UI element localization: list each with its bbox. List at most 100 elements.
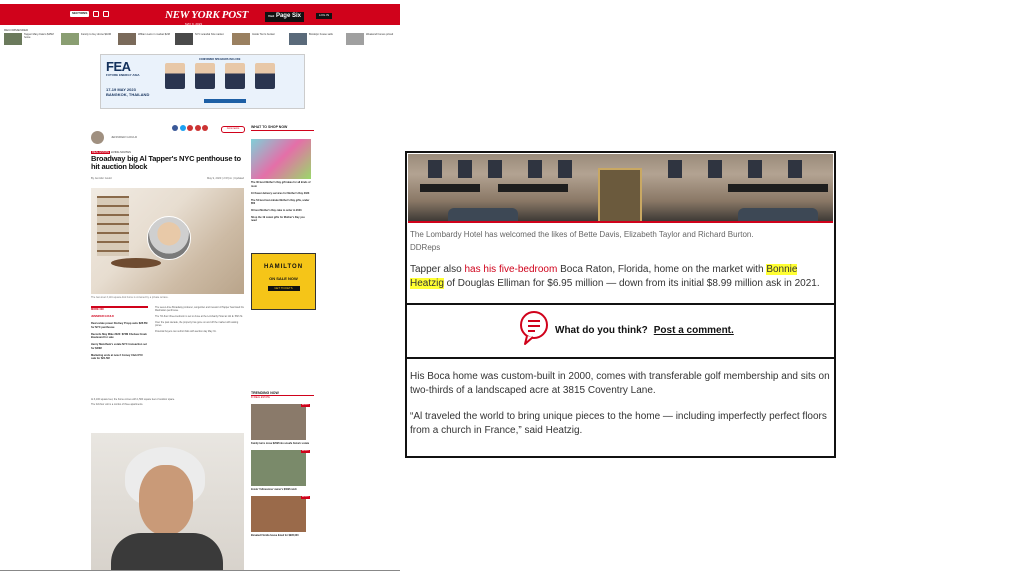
- para1-end: of Douglas Elliman for $6.95 million — d…: [443, 278, 820, 289]
- strip-item-title: Family to buy drone $10M: [81, 33, 111, 36]
- parked-car: [738, 208, 818, 221]
- speaker-photo: [195, 63, 215, 89]
- comment-bubble-icon[interactable]: [519, 310, 549, 351]
- parked-car: [448, 208, 518, 221]
- strip-thumbnail: [232, 33, 250, 45]
- shop-title: WHAT TO SHOP NOW: [251, 125, 314, 132]
- portrait-photo[interactable]: [91, 433, 244, 570]
- sections-button[interactable]: SECTIONS: [70, 11, 90, 17]
- trending-link[interactable]: Inside 'Yellowstone' owner's $30M ranch: [251, 488, 311, 491]
- body-paragraph: Potential buyers can submit bids with au…: [155, 330, 217, 333]
- window: [788, 160, 802, 178]
- share-icons: [172, 125, 208, 131]
- pinterest-icon[interactable]: [187, 125, 193, 131]
- strip-item[interactable]: Family to buy drone $10M: [61, 33, 115, 47]
- speaker-photo: [255, 63, 275, 89]
- author-name[interactable]: JENNIFER GOULD: [111, 135, 137, 140]
- strip-item-title: Tapper Mary-Kate's $25M home: [24, 33, 54, 40]
- divider-top: [407, 303, 834, 305]
- speaker-photo: [165, 63, 185, 89]
- more-on-title[interactable]: JENNIFER GOULD: [91, 315, 148, 318]
- get-tickets-button[interactable]: GET TICKETS: [267, 285, 300, 291]
- shop-link[interactable]: Shop the 19 cutest gifts for Mother's Da…: [251, 216, 311, 222]
- twitter-icon[interactable]: [179, 125, 186, 131]
- five-bedroom-link[interactable]: has his five-bedroom: [464, 264, 557, 275]
- strip-item[interactable]: Inside Tom's bunker: [232, 33, 286, 47]
- para1-start: Tapper also: [410, 264, 465, 275]
- trending-badge: ALERT: [300, 496, 310, 500]
- trending-thumbnail[interactable]: ALERT: [251, 450, 310, 487]
- comment-cta: What do you think? Post a comment.: [519, 310, 734, 351]
- more-on-link[interactable]: Real estate power Rodney Propp asks $28.…: [91, 322, 148, 328]
- photo-rule: [408, 221, 833, 223]
- strip-item[interactable]: NYC scandal hits market: [175, 33, 229, 47]
- mail-icon[interactable]: [103, 11, 110, 17]
- more-on-link[interactable]: Marketing ends at new 2 Comey Club NYC s…: [91, 354, 148, 360]
- window: [748, 160, 762, 178]
- strip-item[interactable]: Tapper Mary-Kate's $25M home: [4, 33, 58, 47]
- page-six-link[interactable]: Visit Page Six: [265, 12, 304, 22]
- photo-credit: DDReps: [410, 243, 441, 252]
- strip-thumbnail: [118, 33, 136, 45]
- article-byline: By Jennifer Gould May 9, 2023 | 2:07pm |…: [91, 177, 244, 180]
- ad-register-button[interactable]: [204, 99, 246, 103]
- strip-item[interactable]: Weekend homes priced: [346, 33, 400, 47]
- strip-item-title: William Lazo in market $2M: [138, 33, 170, 36]
- portrait-shirt: [111, 533, 223, 570]
- shop-image[interactable]: [251, 139, 311, 180]
- article-body: The seven-time Broadway producer, songwr…: [155, 306, 244, 336]
- bookshelf-graphic: [97, 196, 129, 256]
- trending-thumbnail[interactable]: ALERT: [251, 496, 310, 533]
- shop-link[interactable]: 30 best Mother's Day cake to order in 20…: [251, 209, 311, 212]
- trending-sub: IN REAL ESTATE: [251, 396, 270, 400]
- lombardy-hotel-photo[interactable]: [408, 154, 833, 221]
- window: [558, 160, 572, 178]
- window: [488, 160, 502, 178]
- more-on-label: MORE ON:: [91, 308, 105, 311]
- search-icon[interactable]: [93, 11, 100, 17]
- ad-brand-sub: FUTURE ENERGY ASIA: [106, 73, 140, 77]
- comment-prompt: What do you think?: [555, 324, 648, 336]
- site-logo[interactable]: NEW YORK POST: [165, 9, 248, 23]
- share-icon[interactable]: [202, 125, 208, 131]
- more-on-link[interactable]: Henry Mendham's estate NYC transaction s…: [91, 343, 148, 349]
- more-on-link[interactable]: Records May Mike 2023: $72M Chelsea Cree…: [91, 333, 148, 339]
- byline-author[interactable]: By Jennifer Gould: [91, 177, 112, 180]
- author-avatar[interactable]: [91, 131, 104, 144]
- banner-ad[interactable]: FEA FUTURE ENERGY ASIA 17-19 MAY 2023 BA…: [100, 54, 305, 109]
- trending-link[interactable]: Elevated Florida house listed for $995,0…: [251, 534, 311, 537]
- more-on-box: MORE ON: JENNIFER GOULD Real estate powe…: [91, 306, 148, 398]
- ad-speaker-photos: [165, 63, 275, 89]
- strip-item-title: Weekend homes priced: [366, 33, 394, 36]
- comments-button[interactable]: Comments: [221, 126, 245, 133]
- trending-thumbnail[interactable]: ALERT: [251, 404, 310, 441]
- article-body-continued: At 3,100 square feet, the home comes wit…: [91, 398, 244, 408]
- article-hero-photo[interactable]: [91, 188, 244, 294]
- para1-mid: Boca Raton, Florida, home on the market …: [557, 264, 767, 275]
- divider-bottom: [407, 357, 834, 359]
- trending-badge: ALERT: [300, 450, 310, 454]
- shop-link[interactable]: The 30 best Mother's Day gift ideas for …: [251, 181, 311, 187]
- facebook-icon[interactable]: [172, 125, 178, 131]
- shop-link[interactable]: The 54 best last-minute Mother's Day gif…: [251, 199, 311, 205]
- page-six-prefix: Visit: [268, 14, 275, 18]
- strip-item[interactable]: William Lazo in market $2M: [118, 33, 172, 47]
- ad-speakers-title: CONFIRMED SPEAKERS INCLUDE: [199, 58, 241, 61]
- window: [528, 160, 542, 178]
- strip-thumbnail: [289, 33, 307, 45]
- post-comment-link[interactable]: Post a comment.: [654, 325, 734, 336]
- strip-thumbnail: [4, 33, 22, 45]
- portrait-face: [139, 465, 193, 535]
- portrait-inset: [147, 216, 191, 260]
- hamilton-ad[interactable]: HAMILTON ON SALE NOW GET TICKETS: [251, 253, 316, 310]
- strip-item[interactable]: Brooklyn house sells: [289, 33, 343, 47]
- login-button[interactable]: LOG IN: [316, 13, 333, 19]
- trending-link[interactable]: Family turns move $20M into unsafe histo…: [251, 442, 311, 445]
- paragraph-boca-listing: Tapper also has his five-bedroom Boca Ra…: [410, 263, 830, 291]
- body-paragraph: The seven-time Broadway producer, songwr…: [155, 306, 244, 312]
- email-icon[interactable]: [194, 125, 201, 131]
- strip-thumbnail: [61, 33, 79, 45]
- awning: [728, 184, 828, 192]
- body-paragraph: Over the past decade, the property has g…: [155, 321, 239, 327]
- shop-link[interactable]: 10 flower delivery services for Mother's…: [251, 192, 311, 195]
